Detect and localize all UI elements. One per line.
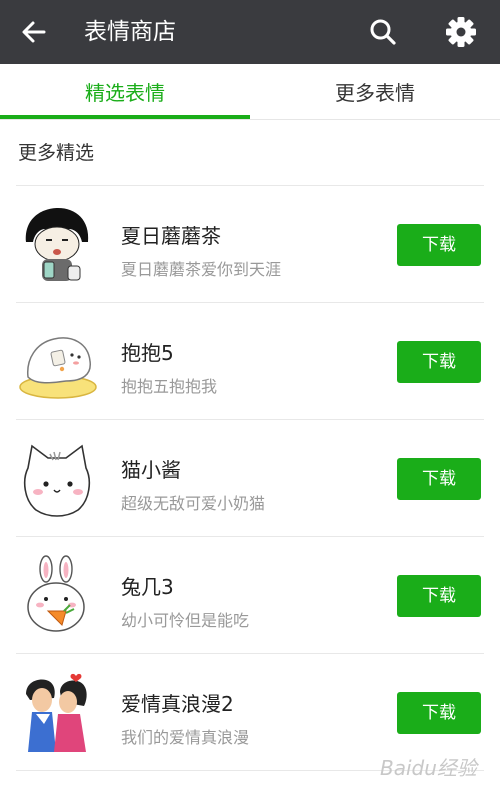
gear-icon [446,17,476,47]
download-button[interactable]: 下载 [397,341,481,383]
search-icon [370,19,396,45]
download-button[interactable]: 下载 [397,224,481,266]
sticker-name: 兔几3 [121,575,174,599]
settings-button[interactable] [439,11,483,53]
sticker-description: 抱抱五抱抱我 [121,377,218,396]
mushroom-head-boy-sticker [25,208,89,281]
tab-more-stickers[interactable]: 更多表情 [250,64,500,120]
app-bar: 表情商店 [0,0,500,64]
sticker-name: 猫小酱 [121,458,181,482]
download-button[interactable]: 下载 [397,458,481,500]
watermark: Baidu经验 [380,756,477,780]
kissing-couple-sticker [26,673,87,752]
sticker-description: 我们的爱情真浪漫 [121,728,250,747]
arrow-left-icon [22,21,46,43]
tab-bar: 精选表情 更多表情 [0,64,500,120]
list-item[interactable]: 兔几3 幼小可怜但是能吃 下载 [0,537,500,654]
sticker-description: 幼小可怜但是能吃 [121,611,250,630]
sticker-name: 爱情真浪漫2 [121,692,234,716]
section-title: 更多精选 [18,142,95,164]
download-button[interactable]: 下载 [397,692,481,734]
list-item[interactable]: 夏日蘑蘑茶 夏日蘑蘑茶爱你到天涯 下载 [0,186,500,303]
list-item[interactable]: 抱抱5 抱抱五抱抱我 下载 [0,303,500,420]
back-button[interactable] [14,14,54,50]
download-button[interactable]: 下载 [397,575,481,617]
sticker-list: 夏日蘑蘑茶 夏日蘑蘑茶爱你到天涯 下载 抱抱5 抱抱五抱抱我 下载 猫小酱 超级… [0,186,500,771]
sticker-description: 超级无敌可爱小奶猫 [121,494,266,513]
active-tab-indicator [0,115,250,119]
sticker-name: 夏日蘑蘑茶 [121,224,221,248]
bunny-with-carrot-sticker [27,555,85,632]
search-button[interactable] [362,12,404,52]
white-kitten-sticker [23,444,91,517]
list-item[interactable]: 猫小酱 超级无敌可爱小奶猫 下载 [0,420,500,537]
white-blob-on-cushion-sticker [19,337,97,399]
sticker-description: 夏日蘑蘑茶爱你到天涯 [121,260,282,279]
page-title: 表情商店 [84,19,176,45]
tab-featured-stickers[interactable]: 精选表情 [0,64,250,120]
sticker-name: 抱抱5 [121,341,174,365]
